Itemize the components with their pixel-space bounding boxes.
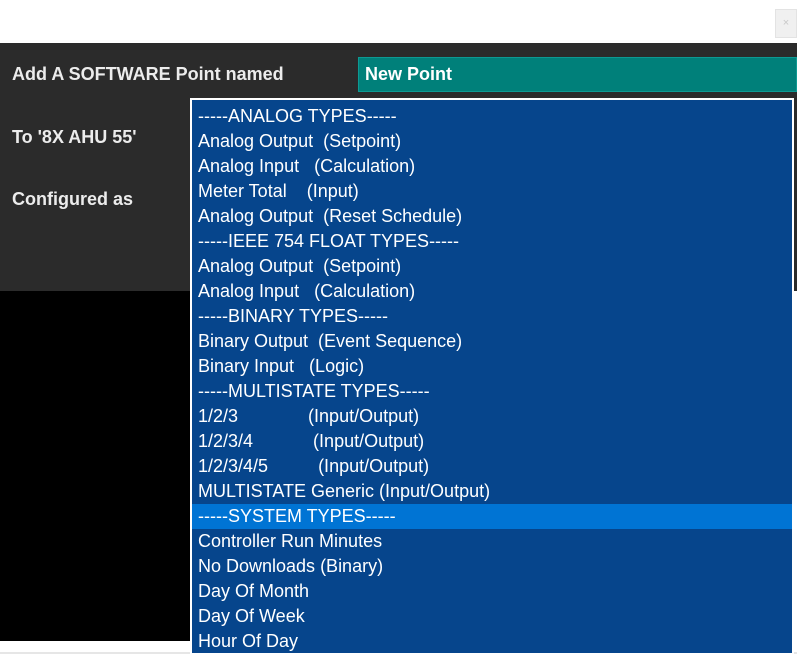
option-group-header[interactable]: -----BINARY TYPES----- bbox=[192, 304, 792, 329]
option-item[interactable]: Analog Output (Setpoint) bbox=[192, 129, 792, 154]
option-item[interactable]: Meter Total (Input) bbox=[192, 179, 792, 204]
option-group-header[interactable]: -----SYSTEM TYPES----- bbox=[192, 504, 792, 529]
point-name-input[interactable]: New Point bbox=[358, 57, 797, 92]
option-item[interactable]: Binary Input (Logic) bbox=[192, 354, 792, 379]
close-button[interactable]: × bbox=[775, 9, 797, 38]
point-type-dropdown-list[interactable]: -----ANALOG TYPES----- Analog Output (Set… bbox=[190, 98, 794, 655]
background-area bbox=[0, 291, 190, 641]
option-item[interactable]: 1/2/3 (Input/Output) bbox=[192, 404, 792, 429]
configured-as-label: Configured as bbox=[12, 189, 134, 209]
option-item[interactable]: Analog Output (Setpoint) bbox=[192, 254, 792, 279]
option-group-header[interactable]: -----MULTISTATE TYPES----- bbox=[192, 379, 792, 404]
option-item[interactable]: Day Of Week bbox=[192, 604, 792, 629]
option-group-header[interactable]: -----IEEE 754 FLOAT TYPES----- bbox=[192, 229, 792, 254]
option-item[interactable]: Controller Run Minutes bbox=[192, 529, 792, 554]
option-item[interactable]: Analog Output (Reset Schedule) bbox=[192, 204, 792, 229]
close-icon: × bbox=[782, 17, 790, 29]
option-group-header[interactable]: -----ANALOG TYPES----- bbox=[192, 104, 792, 129]
option-item[interactable]: 1/2/3/4 (Input/Output) bbox=[192, 429, 792, 454]
option-item[interactable]: 1/2/3/4/5 (Input/Output) bbox=[192, 454, 792, 479]
option-item[interactable]: Day Of Month bbox=[192, 579, 792, 604]
add-point-label: Add A SOFTWARE Point named bbox=[12, 64, 284, 84]
option-item[interactable]: Analog Input (Calculation) bbox=[192, 154, 792, 179]
option-item[interactable]: Binary Output (Event Sequence) bbox=[192, 329, 792, 354]
target-device-label: To '8X AHU 55' bbox=[12, 127, 137, 147]
option-item[interactable]: No Downloads (Binary) bbox=[192, 554, 792, 579]
option-item[interactable]: Analog Input (Calculation) bbox=[192, 279, 792, 304]
option-item[interactable]: MULTISTATE Generic (Input/Output) bbox=[192, 479, 792, 504]
option-item[interactable]: Hour Of Day bbox=[192, 629, 792, 653]
